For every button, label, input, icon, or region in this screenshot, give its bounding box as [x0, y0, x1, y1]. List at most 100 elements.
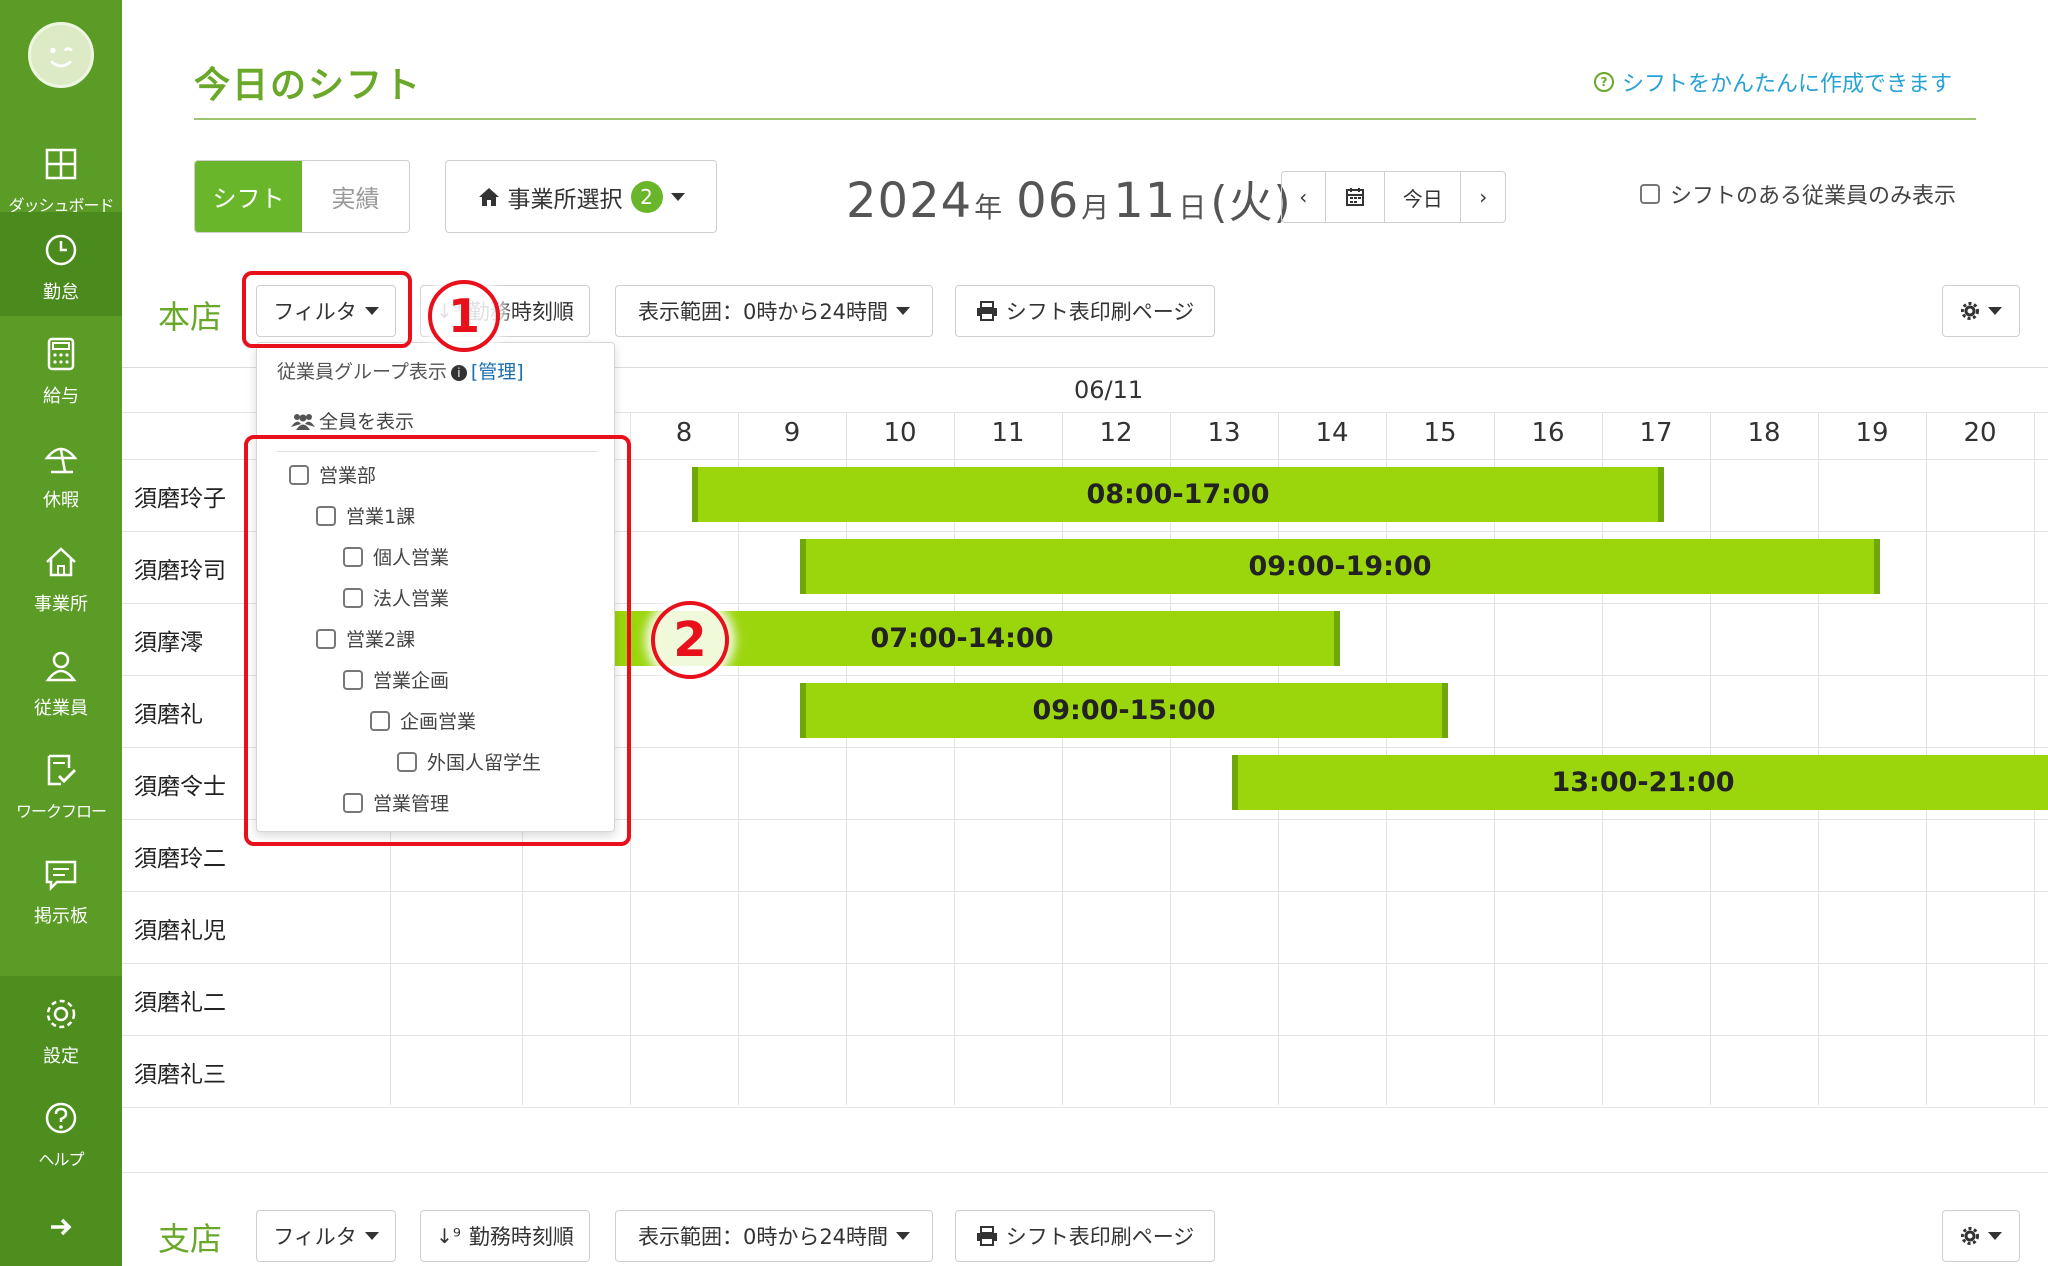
calculator-icon [47, 337, 75, 371]
manage-groups-link[interactable]: [管理] [471, 361, 524, 383]
display-range-label: 表示範囲：0時から24時間 [637, 1225, 889, 1249]
only-with-shift-label: シフトのある従業員のみ表示 [1670, 184, 1957, 209]
show-all-item[interactable]: 全員を表示 [291, 407, 414, 434]
mode-actual-button[interactable]: 実績 [302, 161, 409, 232]
calendar-icon [1345, 188, 1364, 206]
hour-label: 13 [1207, 418, 1241, 448]
filter-menu-header: 従業員グループ表示 i [管理] [277, 361, 524, 383]
page-title: 今日のシフト [194, 65, 423, 106]
next-day-button[interactable]: › [1461, 172, 1505, 222]
mode-toggle: シフト 実績 [194, 160, 410, 233]
date-year: 2024 [846, 173, 973, 229]
hour-label: 16 [1531, 418, 1565, 448]
mode-shift-button[interactable]: シフト [195, 161, 302, 232]
hour-label: 15 [1423, 418, 1457, 448]
sort-by-time-button[interactable]: ↓⁹ 勤務時刻順 [420, 1210, 590, 1262]
sidebar-item-label: 給与 [43, 386, 79, 407]
employee-name[interactable]: 須磨玲子 [134, 479, 226, 513]
only-with-shift-toggle[interactable]: シフトのある従業員のみ表示 [1640, 178, 1956, 210]
hour-label: 20 [1963, 418, 1997, 448]
employee-name[interactable]: 須磨玲二 [134, 839, 226, 873]
employee-name[interactable]: 須磨玲司 [134, 551, 226, 585]
dashboard-icon [45, 148, 77, 180]
date-month-unit: 月 [1081, 191, 1110, 224]
hour-label: 12 [1099, 418, 1133, 448]
employee-name[interactable]: 須摩澪 [134, 623, 203, 657]
sidebar-item-label: 勤怠 [43, 282, 79, 303]
annotation-number-1: 1 [428, 280, 500, 352]
shift-bar[interactable]: 13:00-21:00 [1232, 755, 2048, 810]
sidebar-item-office[interactable]: 事業所 [0, 524, 122, 628]
sidebar-item-help[interactable]: ヘルプ [0, 1080, 122, 1184]
print-label: シフト表印刷ページ [1005, 300, 1195, 324]
sidebar-item-settings[interactable]: 設定 [0, 976, 122, 1080]
sidebar-item-attendance[interactable]: 勤怠 [0, 212, 122, 316]
shift-bar[interactable]: 09:00-15:00 [800, 683, 1448, 738]
sidebar-item-employees[interactable]: 従業員 [0, 628, 122, 732]
annotation-box-filter [242, 271, 412, 348]
filter-button-label: フィルタ [273, 1225, 357, 1249]
sort-numeric-icon: ↓⁹ [436, 1224, 461, 1248]
section-settings-button[interactable] [1942, 1210, 2020, 1262]
sidebar-item-label: ヘルプ [38, 1150, 84, 1169]
shift-bar[interactable]: 09:00-19:00 [800, 539, 1880, 594]
employee-name[interactable]: 須磨礼 [134, 695, 203, 729]
hour-label: 9 [783, 418, 801, 448]
avatar[interactable] [28, 22, 94, 88]
grid-row-line [122, 891, 2048, 892]
hour-label: 17 [1639, 418, 1673, 448]
today-button[interactable]: 今日 [1385, 172, 1462, 222]
employee-name[interactable]: 須磨令士 [134, 767, 226, 801]
hour-label: 11 [991, 418, 1025, 448]
date-weekday: (火) [1210, 177, 1292, 228]
printer-icon [976, 301, 997, 321]
sidebar-item-label: 事業所 [34, 594, 88, 615]
sidebar-item-leave[interactable]: 休暇 [0, 420, 122, 524]
users-icon [291, 414, 315, 430]
sidebar-item-workflow[interactable]: ワークフロー [0, 732, 122, 836]
office-count-badge: 2 [630, 180, 663, 213]
section-settings-button[interactable] [1942, 285, 2020, 337]
sidebar-item-payroll[interactable]: 給与 [0, 316, 122, 420]
sidebar: ダッシュボード 勤怠 給与 休暇 事業所 従業員 ワークフロー 掲示板 設定 ヘ… [0, 0, 122, 1266]
hour-label: 18 [1747, 418, 1781, 448]
date-day: 11 [1113, 173, 1177, 229]
question-icon: ? [1594, 72, 1614, 92]
caret-down-icon [364, 1232, 379, 1240]
date-navigation: ‹ 今日 › [1281, 171, 1506, 223]
grid-date-label: 06/11 [1074, 376, 1144, 404]
grid-row-line [122, 1035, 2048, 1036]
beach-umbrella-icon [44, 447, 78, 474]
sort-label: 勤務時刻順 [468, 1225, 574, 1249]
display-range-label: 表示範囲：0時から24時間 [637, 300, 889, 324]
sidebar-item-label: 設定 [43, 1046, 79, 1067]
employee-name[interactable]: 須磨礼三 [134, 1055, 226, 1089]
employee-name[interactable]: 須磨礼児 [134, 911, 226, 945]
sidebar-item-label: 従業員 [34, 698, 88, 719]
date-day-unit: 日 [1178, 191, 1207, 224]
office-select-button[interactable]: 事業所選択 2 [445, 160, 717, 233]
calendar-button[interactable] [1326, 172, 1386, 222]
gear-icon [1961, 302, 1979, 320]
display-range-button[interactable]: 表示範囲：0時から24時間 [615, 285, 933, 337]
grid-row-line [122, 1107, 2048, 1108]
help-link[interactable]: ? シフトをかんたんに作成できます [1594, 66, 1952, 98]
hour-label: 10 [883, 418, 917, 448]
print-label: シフト表印刷ページ [1005, 1225, 1195, 1249]
gear-icon [46, 999, 76, 1029]
only-with-shift-checkbox[interactable] [1640, 184, 1660, 204]
collapse-arrow-icon[interactable] [48, 1214, 74, 1240]
help-link-text: シフトをかんたんに作成できます [1622, 72, 1953, 97]
shift-bar[interactable]: 08:00-17:00 [692, 467, 1664, 522]
date-year-unit: 年 [974, 191, 1003, 224]
sidebar-item-board[interactable]: 掲示板 [0, 836, 122, 940]
employee-name[interactable]: 須磨礼二 [134, 983, 226, 1017]
grid-row-line [122, 963, 2048, 964]
clock-icon [45, 234, 77, 266]
print-shift-button[interactable]: シフト表印刷ページ [955, 1210, 1215, 1262]
filter-button[interactable]: フィルタ [256, 1210, 396, 1262]
display-range-button[interactable]: 表示範囲：0時から24時間 [615, 1210, 933, 1262]
prev-day-button[interactable]: ‹ [1282, 172, 1326, 222]
caret-down-icon [1988, 307, 2002, 315]
print-shift-button[interactable]: シフト表印刷ページ [955, 285, 1215, 337]
